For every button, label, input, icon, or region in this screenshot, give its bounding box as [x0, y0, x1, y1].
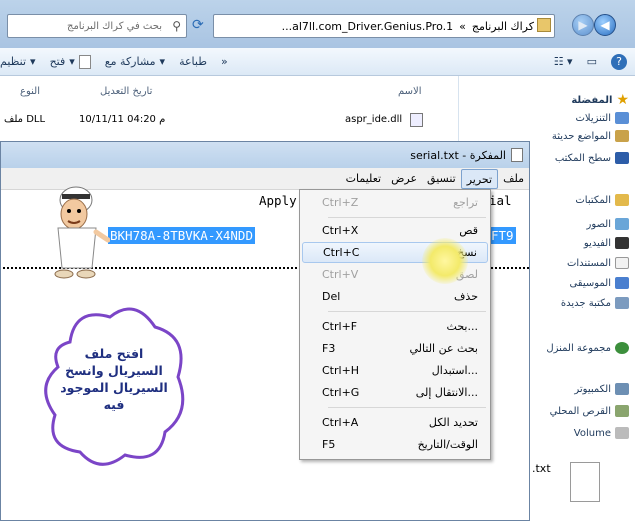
- column-name[interactable]: الاسم: [398, 86, 422, 97]
- menu-item-undo[interactable]: Ctrl+Z تراجع: [302, 192, 488, 213]
- share-with-button[interactable]: مشاركة مع ▾: [105, 55, 165, 68]
- menu-item-select-all[interactable]: Ctrl+A تحديد الكل: [302, 412, 488, 433]
- address-bar[interactable]: ...al7ll.com_Driver.Genius.Pro.1 « كراك …: [213, 14, 555, 38]
- notepad-titlebar: serial.txt - المفكرة: [1, 142, 529, 168]
- column-headers: النوع تاريخ التعديل الاسم: [0, 80, 455, 102]
- libraries-icon: [615, 194, 629, 206]
- downloads-icon: [615, 112, 629, 124]
- sidebar-pictures[interactable]: الصور: [587, 218, 629, 230]
- sidebar-library-item[interactable]: مكتبة جديدة: [561, 297, 629, 309]
- sidebar-favorites[interactable]: المفضلة ★: [571, 92, 629, 108]
- menu-item-delete[interactable]: Del حذف: [302, 286, 488, 307]
- pictures-icon: [615, 218, 629, 230]
- sidebar-computer[interactable]: الكمبيوتر: [574, 383, 629, 395]
- mascot-image: [54, 186, 110, 279]
- sidebar-music[interactable]: الموسيقى: [569, 277, 629, 289]
- organize-button[interactable]: تنظيم ▾: [0, 55, 36, 68]
- sidebar-recent[interactable]: المواضع حديثة: [552, 130, 629, 142]
- menu-item-cut[interactable]: Ctrl+X قص: [302, 220, 488, 241]
- help-icon[interactable]: ?: [611, 53, 627, 70]
- explorer-titlebar: ◀ ▶ ...al7ll.com_Driver.Genius.Pro.1 « ك…: [0, 0, 635, 48]
- callout-text: افتح ملف السيريال وانسخ السيريال الموجود…: [60, 346, 168, 412]
- notepad-title: serial.txt - المفكرة: [410, 148, 506, 162]
- sidebar-desktop[interactable]: سطح المكتب: [555, 152, 629, 164]
- preview-pane-icon[interactable]: ▭: [587, 55, 597, 68]
- sidebar-volume[interactable]: Volume: [574, 427, 629, 439]
- documents-icon: [615, 257, 629, 269]
- library-icon: [615, 297, 629, 309]
- selected-serial[interactable]: BKH78A-8TBVKA-X4NDD: [108, 227, 255, 244]
- explorer-toolbar: تنظيم ▾ فتح ▾ مشاركة مع ▾ طباعة » ☷ ▾ ▭ ?: [0, 48, 635, 76]
- more-icon[interactable]: »: [221, 55, 228, 68]
- disk-icon: [615, 405, 629, 417]
- menu-item-find-next[interactable]: F3 بحث عن التالي: [302, 338, 488, 359]
- menu-item-find[interactable]: Ctrl+F بحث...: [302, 316, 488, 337]
- homegroup-icon: [615, 342, 629, 354]
- menu-separator: [328, 407, 486, 408]
- search-icon: ⚲: [172, 19, 181, 33]
- menu-format[interactable]: تنسيق: [422, 169, 461, 189]
- menu-separator: [328, 217, 486, 218]
- menu-help[interactable]: تعليمات: [341, 169, 386, 189]
- menu-file[interactable]: ملف: [498, 169, 529, 189]
- sidebar-libraries[interactable]: المكتبات: [575, 194, 629, 206]
- folder-icon: [537, 18, 551, 32]
- computer-icon: [615, 383, 629, 395]
- desktop-icon: [615, 152, 629, 164]
- edit-menu-dropdown: Ctrl+Z تراجع Ctrl+X قص Ctrl+C نسخ Ctrl+V لصق…: [299, 189, 491, 460]
- forward-icon[interactable]: ▶: [572, 14, 594, 36]
- open-button[interactable]: فتح ▾: [50, 54, 91, 69]
- menu-separator: [328, 311, 486, 312]
- refresh-icon[interactable]: ⟳: [192, 17, 208, 33]
- sidebar-local-disk[interactable]: القرص المحلي: [550, 405, 629, 417]
- music-icon: [615, 277, 629, 289]
- sidebar-downloads[interactable]: التنزيلات: [575, 112, 629, 124]
- menu-edit[interactable]: تحرير: [460, 168, 499, 189]
- dll-file-icon: [410, 113, 423, 127]
- notepad-icon: [78, 54, 91, 69]
- address-current[interactable]: كراك البرنامج: [472, 20, 534, 33]
- text-file-icon: [570, 462, 600, 502]
- drive-icon: [615, 427, 629, 439]
- menu-item-time-date[interactable]: F5 الوقت/التاريخ: [302, 434, 488, 455]
- file-row[interactable]: ملف DLL 10/11/11 م 04:20 aspr_ide.dll: [0, 112, 455, 130]
- bottom-file-label: .txt: [532, 462, 551, 475]
- sidebar-homegroup[interactable]: مجموعة المنزل: [546, 342, 629, 354]
- star-icon: ★: [616, 92, 629, 108]
- view-options-icon[interactable]: ☷ ▾: [554, 55, 573, 68]
- sidebar-videos[interactable]: الفيديو: [584, 237, 629, 249]
- menu-view[interactable]: عرض: [386, 169, 422, 189]
- videos-icon: [615, 237, 629, 249]
- search-input[interactable]: بحث في كراك البرنامج ⚲: [7, 14, 187, 38]
- sidebar-documents[interactable]: المستندات: [567, 257, 629, 269]
- menu-item-goto[interactable]: Ctrl+G الانتقال إلى...: [302, 382, 488, 403]
- menu-item-replace[interactable]: Ctrl+H استبدال...: [302, 360, 488, 381]
- back-icon[interactable]: ◀: [594, 14, 616, 36]
- column-type[interactable]: النوع: [20, 86, 40, 97]
- column-date[interactable]: تاريخ التعديل: [100, 86, 152, 97]
- address-path: ...al7ll.com_Driver.Genius.Pro.1: [281, 19, 454, 33]
- selected-serial-tail[interactable]: FT9: [489, 227, 516, 244]
- notepad-icon: [511, 148, 523, 162]
- recent-icon: [615, 130, 629, 142]
- print-button[interactable]: طباعة: [179, 55, 207, 68]
- cursor-highlight: [422, 238, 468, 284]
